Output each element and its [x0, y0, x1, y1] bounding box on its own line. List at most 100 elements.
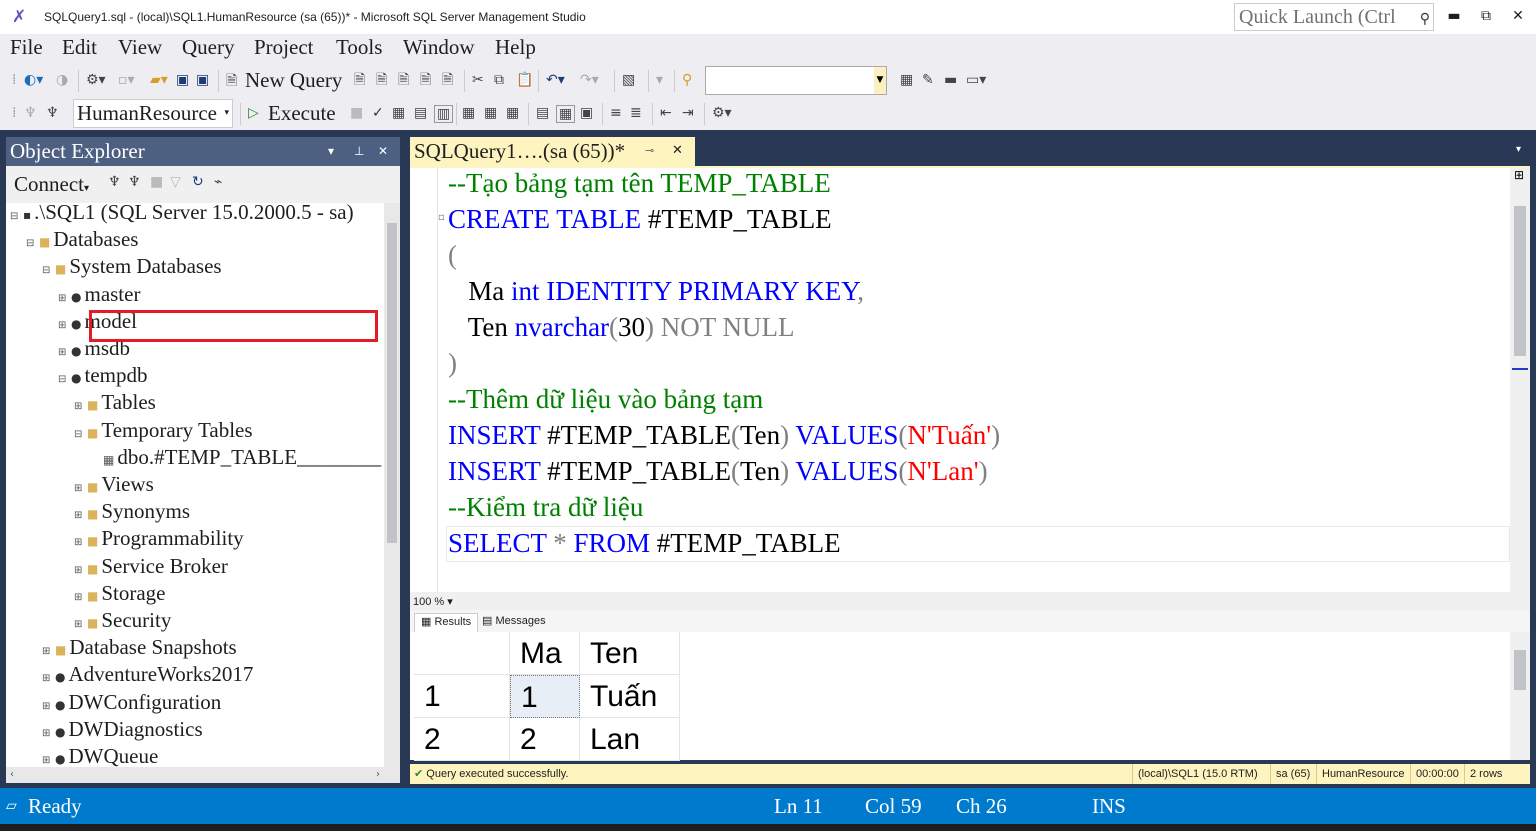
pin-icon[interactable]: ⊸	[645, 137, 654, 165]
zoom-select[interactable]: 100 % ▾	[413, 595, 453, 608]
add-item-icon[interactable]: ▫▾	[118, 72, 135, 88]
tree-node[interactable]: ⊞ ● master	[58, 281, 140, 308]
tree-node[interactable]: ⊞ ■ Programmability	[74, 525, 244, 552]
tree-node[interactable]: ⊞ ■ Views	[74, 471, 154, 498]
tree-node[interactable]: ⊞ ■ Storage	[74, 580, 166, 607]
results-vertical-scrollbar[interactable]	[1510, 632, 1530, 760]
parse-icon[interactable]: ✓	[372, 105, 384, 121]
disconnect-icon[interactable]: ♆	[128, 174, 141, 190]
tree-node[interactable]: ⊞ ● DWQueue	[42, 743, 158, 767]
tab-results[interactable]: ▦ Results	[414, 613, 479, 632]
code-line[interactable]: Ten nvarchar(30) NOT NULL	[448, 309, 795, 345]
find-in-files-icon[interactable]: ⚲	[682, 72, 692, 88]
comment-icon[interactable]: ≡	[610, 105, 622, 121]
fold-icon[interactable]: ▫	[438, 212, 445, 223]
scrollbar-thumb[interactable]	[1514, 650, 1526, 690]
stop-icon[interactable]: ■	[350, 105, 363, 121]
connect-icon[interactable]: ♆	[24, 105, 37, 121]
find-combo[interactable]: ▼	[705, 66, 887, 95]
table-cell[interactable]: 1	[510, 675, 580, 718]
dax-query-icon[interactable]: 🗎	[442, 72, 453, 88]
split-icon[interactable]: ⊞	[1514, 168, 1524, 182]
forward-icon[interactable]: ◑	[56, 72, 68, 88]
pin-icon[interactable]: ⊥	[354, 137, 364, 166]
table-cell[interactable]: Lan	[580, 718, 680, 761]
code-line[interactable]: CREATE TABLE #TEMP_TABLE	[448, 201, 832, 237]
menu-view[interactable]: View	[118, 35, 162, 60]
dropdown-icon[interactable]: ▾	[656, 72, 663, 88]
menu-file[interactable]: File	[10, 35, 43, 60]
redo-icon[interactable]: ↷▾	[580, 72, 599, 88]
filter-icon[interactable]: ▽	[170, 174, 181, 190]
actual-plan-icon[interactable]: ▦	[462, 105, 475, 121]
quick-launch-input[interactable]: Quick Launch (Ctrl ⚲	[1234, 3, 1434, 31]
close-tab-icon[interactable]: ✕	[672, 137, 683, 165]
row-number[interactable]: 2	[414, 718, 510, 761]
table-cell[interactable]: Tuấn	[580, 675, 680, 718]
collapse-icon[interactable]: ⊟	[58, 366, 68, 393]
tab-sqlquery1[interactable]: SQLQuery1….(sa (65))* ⊸ ✕	[410, 137, 695, 166]
uncomment-icon[interactable]: ≣	[630, 105, 642, 121]
grid-corner[interactable]	[414, 632, 510, 675]
results-to-grid-icon[interactable]: ▦	[556, 105, 576, 123]
results-to-file-icon[interactable]: ▣	[580, 105, 593, 121]
column-header-ten[interactable]: Ten	[580, 632, 680, 675]
menu-project[interactable]: Project	[254, 35, 313, 60]
save-all-icon[interactable]: ▣	[196, 72, 209, 88]
open-file-icon[interactable]: ▰▾	[150, 72, 168, 88]
tree-node[interactable]: ⊟ ● tempdb	[58, 362, 147, 389]
collapse-icon[interactable]: ⊟	[74, 421, 84, 448]
client-stats-icon[interactable]: ▦	[506, 105, 519, 121]
database-select[interactable]: HumanResource ▾	[73, 99, 233, 128]
mdx-query-icon[interactable]: 🗎	[376, 72, 387, 88]
connect-button[interactable]: Connect▾	[14, 172, 89, 197]
close-icon[interactable]: ✕	[378, 137, 388, 166]
intellisense-icon[interactable]: ▥	[434, 105, 454, 123]
code-line[interactable]: SELECT * FROM #TEMP_TABLE	[448, 525, 841, 561]
menu-tools[interactable]: Tools	[336, 35, 382, 60]
tab-messages[interactable]: ▤ Messages	[476, 613, 552, 632]
stop-icon[interactable]: ■	[150, 174, 163, 190]
collapse-icon[interactable]: ⊟	[42, 257, 52, 284]
change-connection-icon[interactable]: ♆	[46, 105, 59, 121]
tree-node[interactable]: ⊞ ■ Security	[74, 607, 171, 634]
menu-window[interactable]: Window	[403, 35, 474, 60]
minimize-button[interactable]: ▬	[1442, 6, 1466, 26]
back-icon[interactable]: ◐▾	[24, 72, 43, 88]
specify-values-icon[interactable]: ⚙▾	[712, 105, 732, 121]
code-line[interactable]: --Thêm dữ liệu vào bảng tạm	[448, 381, 763, 417]
query-designer-icon[interactable]: ▤	[414, 105, 427, 121]
restore-button[interactable]: ⧉	[1474, 6, 1498, 26]
live-stats-icon[interactable]: ▦	[484, 105, 497, 121]
tree-node[interactable]: ⊞ ● DWConfiguration	[42, 689, 221, 716]
tree-node[interactable]: ⊟ ■ System Databases	[42, 253, 222, 280]
scroll-right-icon[interactable]: ›	[376, 769, 380, 780]
panel-menu-icon[interactable]: ▾	[328, 137, 334, 166]
collapse-icon[interactable]: ⊟	[26, 230, 36, 257]
collapse-icon[interactable]: ⊟	[10, 203, 20, 230]
properties-icon[interactable]: ✎	[922, 72, 934, 88]
undo-icon[interactable]: ↶▾	[546, 72, 565, 88]
editor-vertical-scrollbar[interactable]: ⊞	[1510, 168, 1530, 592]
code-line[interactable]: Ma int IDENTITY PRIMARY KEY,	[448, 273, 864, 309]
code-line[interactable]: INSERT #TEMP_TABLE(Ten) VALUES(N'Lan')	[448, 453, 988, 489]
tree-node[interactable]: ⊟ ■ Temporary Tables	[74, 417, 253, 444]
scroll-left-icon[interactable]: ‹	[10, 769, 14, 780]
code-line[interactable]: --Kiểm tra dữ liệu	[448, 489, 643, 525]
query-editor[interactable]: ▫ --Tạo bảng tạm tên TEMP_TABLE CREATE TA…	[410, 168, 1530, 592]
menu-help[interactable]: Help	[495, 35, 536, 60]
tree-node[interactable]: ⊞ ■ Database Snapshots	[42, 634, 237, 661]
new-query-button[interactable]: New Query	[245, 68, 342, 93]
tree-node[interactable]: ▦ dbo.#TEMP_TABLE________	[90, 444, 381, 471]
xmla-query-icon[interactable]: 🗎	[420, 72, 431, 88]
copy-icon[interactable]: ⧉	[494, 72, 504, 88]
execute-button[interactable]: Execute	[268, 101, 336, 126]
menu-query[interactable]: Query	[182, 35, 234, 60]
tree-node[interactable]: ⊞ ■ Synonyms	[74, 498, 190, 525]
code-line[interactable]: (	[448, 237, 457, 273]
code-line[interactable]: --Tạo bảng tạm tên TEMP_TABLE	[448, 165, 831, 201]
table-cell[interactable]: 2	[510, 718, 580, 761]
results-to-text-icon[interactable]: ▤	[536, 105, 549, 121]
toolbox-icon[interactable]: ▬	[944, 72, 957, 88]
code-line[interactable]: )	[448, 345, 457, 381]
